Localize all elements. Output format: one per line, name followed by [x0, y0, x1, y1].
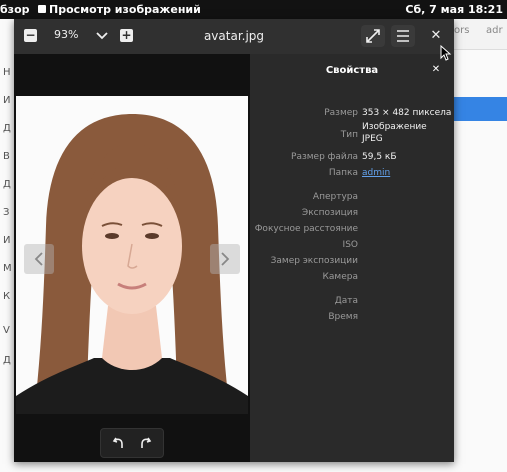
image-canvas[interactable]	[14, 54, 250, 462]
sidebar-letter: Д	[3, 355, 11, 366]
sidebar-letter: В	[3, 151, 10, 162]
sidebar-letter: Д	[3, 179, 11, 190]
mouse-cursor-icon	[440, 45, 452, 61]
close-button[interactable]: ✕	[428, 28, 444, 44]
sidebar-letter: И	[3, 95, 11, 106]
metering-label: Замер экспозиции	[270, 256, 358, 266]
properties-panel: Свойства ✕ Размер 353 × 482 пиксела Тип …	[250, 54, 454, 462]
hamburger-icon	[397, 30, 409, 42]
camera-label: Камера	[322, 272, 358, 282]
date-label: Дата	[334, 296, 358, 306]
menu-button[interactable]	[391, 25, 415, 47]
rotate-left-button[interactable]	[111, 435, 127, 451]
background-sidebar: Н И Д В Д З И М К V Д	[0, 55, 14, 385]
folder-link[interactable]: admin	[362, 168, 390, 178]
aperture-label: Апертура	[312, 192, 358, 202]
type-value: Изображение	[362, 122, 427, 132]
chevron-right-icon	[221, 252, 230, 266]
folder-label: Папка	[328, 168, 358, 178]
image-viewer-window: − 93% + avatar.jpg ✕ Свойства ✕ Размер 3…	[14, 19, 454, 462]
sidebar-letter: И	[3, 235, 11, 246]
rotate-left-icon	[112, 437, 123, 448]
sidebar-letter: К	[3, 291, 11, 302]
app-menu[interactable]: Просмотр изображений	[49, 0, 201, 19]
previous-image-button[interactable]	[24, 244, 54, 274]
background-tabbar: ors adr	[450, 19, 507, 50]
properties-title: Свойства	[325, 65, 379, 76]
clock[interactable]: Сб, 7 мая 18:21	[405, 0, 503, 19]
app-icon	[38, 5, 46, 13]
size-value: 353 × 482 пиксела	[362, 108, 452, 118]
fullscreen-icon	[366, 29, 380, 43]
background-selected-row	[450, 97, 507, 121]
sidebar-letter: З	[3, 207, 10, 218]
type-value-format: JPEG	[362, 134, 383, 144]
background-tab[interactable]: ors	[454, 25, 469, 36]
activities-button[interactable]: бзор	[0, 0, 30, 19]
rotation-controls	[100, 428, 164, 458]
close-icon: ✕	[431, 64, 441, 75]
sidebar-letter: М	[3, 263, 12, 274]
close-icon: ✕	[430, 28, 442, 43]
type-label: Тип	[340, 130, 358, 140]
filesize-value: 59,5 кБ	[362, 152, 397, 162]
focal-length-label: Фокусное расстояние	[254, 224, 358, 234]
top-bar: бзор Просмотр изображений Сб, 7 мая 18:2…	[0, 0, 507, 19]
sidebar-letter: V	[3, 325, 10, 336]
window-title: avatar.jpg	[203, 29, 265, 43]
properties-close-button[interactable]: ✕	[430, 64, 442, 76]
filesize-label: Размер файла	[291, 152, 358, 162]
chevron-left-icon	[34, 252, 43, 266]
sidebar-letter: Д	[3, 123, 11, 134]
exposure-label: Экспозиция	[301, 208, 358, 218]
header-bar: − 93% + avatar.jpg ✕	[14, 19, 454, 54]
rotate-right-button[interactable]	[137, 435, 153, 451]
time-label: Время	[328, 312, 358, 322]
next-image-button[interactable]	[210, 244, 240, 274]
fullscreen-button[interactable]	[361, 25, 385, 47]
iso-label: ISO	[342, 240, 358, 250]
background-tab[interactable]: adr	[486, 25, 503, 36]
sidebar-letter: Н	[3, 67, 11, 78]
size-label: Размер	[324, 108, 358, 118]
rotate-right-icon	[141, 437, 152, 448]
